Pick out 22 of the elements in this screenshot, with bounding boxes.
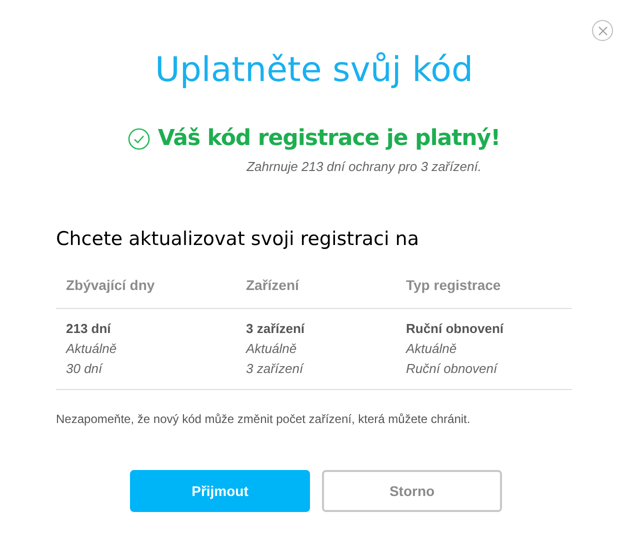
current-value: Ruční obnovení	[406, 360, 499, 378]
current-value: 3 zařízení	[246, 360, 305, 378]
new-value: 3 zařízení	[246, 320, 306, 338]
check-circle-icon	[128, 128, 150, 150]
current-label: Aktuálně	[66, 340, 118, 358]
status-message: Váš kód registrace je platný!	[158, 125, 500, 153]
close-button[interactable]	[592, 20, 613, 41]
current-value: 30 dní	[66, 360, 104, 378]
new-value: Ruční obnovení	[406, 320, 505, 338]
section-heading: Chcete aktualizovat svoji registraci na	[56, 226, 420, 252]
cancel-button[interactable]: Storno	[322, 470, 502, 512]
note-text: Nezapomeňte, že nový kód může změnit počet zařízení, která můžete chránit.	[56, 411, 472, 428]
current-label: Aktuálně	[246, 340, 298, 358]
accept-button[interactable]: Přijmout	[130, 470, 310, 512]
column-header: Typ registrace	[406, 276, 502, 295]
column-header: Zařízení	[246, 276, 300, 295]
dialog-title: Uplatněte svůj kód	[154, 49, 474, 92]
status-detail: Zahrnuje 213 dní ochrany pro 3 zařízení.	[246, 158, 482, 176]
column-header: Zbývající dny	[66, 276, 156, 295]
current-label: Aktuálně	[406, 340, 458, 358]
new-value: 213 dní	[66, 320, 112, 338]
close-icon	[598, 26, 608, 36]
